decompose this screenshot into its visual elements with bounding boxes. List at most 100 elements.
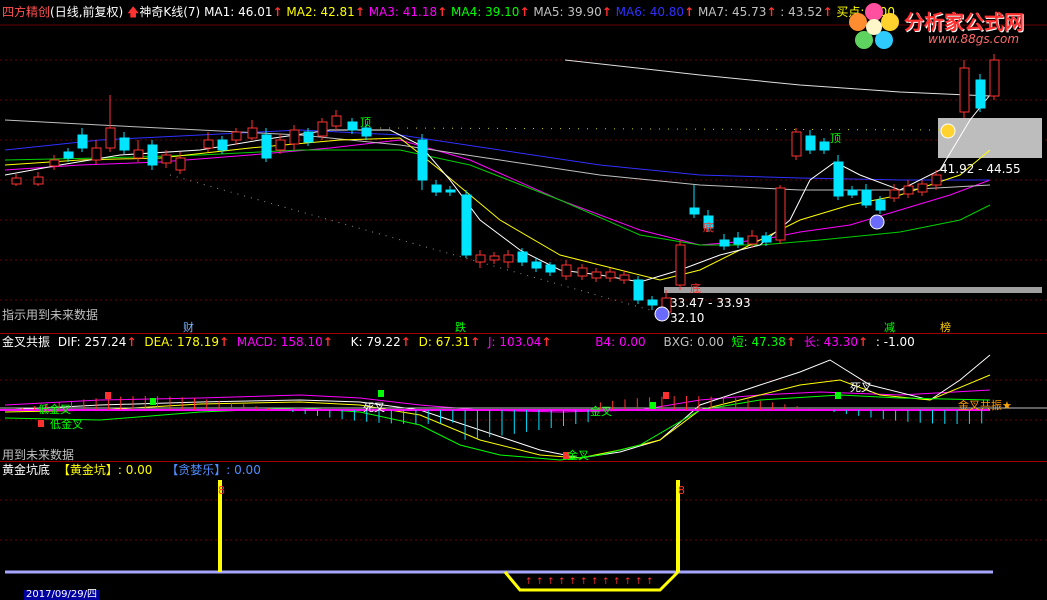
candle-body bbox=[633, 279, 644, 301]
pit-arrow-marker: ↑ bbox=[613, 577, 621, 587]
site-logo: 分析家公式网 www.88gs.com bbox=[846, 2, 1046, 50]
macd-value: MACD: 158.10 bbox=[236, 335, 323, 349]
signal-marker bbox=[835, 392, 841, 399]
period-label[interactable]: (日线,前复权) bbox=[50, 5, 123, 19]
future-data-note: 指示用到未来数据 bbox=[2, 308, 99, 322]
pit-arrow-marker: ↑ bbox=[635, 577, 643, 587]
bottom-marker-1: 底 bbox=[703, 221, 714, 234]
range-box-high bbox=[938, 118, 1042, 158]
pit-arrow-marker: ↑ bbox=[569, 577, 577, 587]
gold-cross-label-3: 金叉 bbox=[567, 449, 589, 462]
indicator-name[interactable]: 神奇K线(7) bbox=[139, 5, 200, 19]
stock-name[interactable]: 四方精创 bbox=[2, 5, 50, 19]
candle-body bbox=[861, 189, 872, 206]
candle-body bbox=[833, 161, 844, 197]
stock-chart-canvas[interactable]: ↑ ↑ ↑ ↑ ↑ ↑ ↑ ↑ ↑ ↑ ↑ ↑ bbox=[0, 0, 1047, 599]
pit-header: 黄金坑底 【黄金坑】: 0.00 【贪婪乐】: 0.00 bbox=[2, 462, 261, 478]
gold-cross-label-1: 低金叉 bbox=[38, 403, 71, 416]
candle-body bbox=[531, 261, 542, 269]
candle-body bbox=[875, 199, 886, 211]
pit-title[interactable]: 黄金坑底 bbox=[2, 463, 50, 477]
flower-logo-icon bbox=[849, 3, 899, 49]
bxg-value: BXG: 0.00 bbox=[663, 335, 724, 349]
greedy-value: 【贪婪乐】: 0.00 bbox=[166, 463, 261, 477]
candle-body bbox=[903, 185, 914, 195]
event-tag-drop[interactable]: 跌 bbox=[455, 319, 466, 335]
candle-body bbox=[847, 189, 858, 196]
signal-marker bbox=[150, 398, 156, 405]
range-high-label: 41.92 - 44.55 bbox=[940, 162, 1021, 176]
candle-body bbox=[577, 267, 588, 277]
dea-value: DEA: 178.19 bbox=[144, 335, 220, 349]
candle-body bbox=[503, 254, 514, 263]
resonance-label: 金叉共振★ bbox=[958, 399, 1012, 412]
candle-body bbox=[805, 135, 816, 151]
ma1-value: MA1: 46.01 bbox=[204, 5, 273, 19]
candle-body bbox=[775, 187, 786, 241]
ma3-value: MA3: 41.18 bbox=[368, 5, 438, 19]
candle-body bbox=[647, 299, 658, 306]
candle-body bbox=[247, 127, 258, 139]
signal-marker bbox=[650, 402, 656, 409]
pit-arrow-marker: ↑ bbox=[580, 577, 588, 587]
candle-body bbox=[931, 174, 942, 186]
pit-arrow-marker: ↑ bbox=[646, 577, 654, 587]
event-tag-finance[interactable]: 财 bbox=[183, 319, 194, 335]
candle-body bbox=[989, 59, 1000, 97]
logo-url[interactable]: www.88gs.com bbox=[928, 32, 1019, 46]
macd-title[interactable]: 金叉共振 bbox=[2, 335, 50, 349]
smiley-icon bbox=[940, 123, 956, 139]
dif-value: DIF: 257.24 bbox=[57, 335, 127, 349]
last-value: : -1.00 bbox=[875, 335, 915, 349]
candle-body bbox=[417, 139, 428, 181]
pit-arrow-marker: ↑ bbox=[602, 577, 610, 587]
candle-body bbox=[561, 264, 572, 277]
bottom-marker-2: 底 bbox=[690, 282, 701, 295]
candle-body bbox=[11, 177, 22, 185]
long-value: 长: 43.30 bbox=[803, 335, 858, 349]
signal-marker bbox=[663, 392, 669, 399]
candle-body bbox=[517, 251, 528, 263]
candle-body bbox=[175, 157, 186, 171]
up-arrow-icon: 🡅 bbox=[127, 5, 140, 19]
dead-cross-label-2: 死叉 bbox=[850, 381, 872, 394]
resistance-dots bbox=[379, 127, 941, 131]
pit-value: 【黄金坑】: 0.00 bbox=[57, 463, 153, 477]
event-tag-list[interactable]: 榜 bbox=[940, 319, 951, 335]
candle-body bbox=[105, 127, 116, 149]
candle-body bbox=[203, 139, 214, 149]
candle-body bbox=[147, 144, 158, 166]
pit-arrow-marker: ↑ bbox=[591, 577, 599, 587]
b4-value: B4: 0.00 bbox=[595, 335, 646, 349]
d-line bbox=[4, 374, 991, 459]
candle-body bbox=[889, 189, 900, 199]
candle-body bbox=[689, 207, 700, 215]
pit-arrow-marker: ↑ bbox=[547, 577, 555, 587]
candle-body bbox=[959, 67, 970, 113]
event-tag-reduce[interactable]: 减 bbox=[884, 319, 895, 335]
pit-mark-1: 8 bbox=[218, 484, 225, 497]
ma4-value: MA4: 39.10 bbox=[451, 5, 520, 19]
candle-body bbox=[545, 264, 556, 273]
top-marker-2: 顶 bbox=[830, 132, 841, 145]
signal-marker bbox=[38, 420, 44, 427]
candle-body bbox=[605, 271, 616, 279]
candle-body bbox=[217, 139, 228, 151]
candle-body bbox=[161, 154, 172, 164]
candle-body bbox=[489, 255, 500, 261]
signal-marker bbox=[105, 392, 111, 399]
candle-body bbox=[461, 194, 472, 256]
candle-body bbox=[347, 121, 358, 131]
candle-body bbox=[133, 149, 144, 159]
ma2-value: MA2: 42.81 bbox=[286, 5, 355, 19]
k-value: K: 79.22 bbox=[350, 335, 401, 349]
pit-arrow-marker: ↑ bbox=[525, 577, 533, 587]
logo-title: 分析家公式网 bbox=[904, 10, 1024, 34]
range-box-low bbox=[664, 287, 1042, 293]
top-marker-1: 顶 bbox=[360, 116, 371, 129]
support-dots bbox=[169, 174, 651, 311]
dead-cross-label-1: 死叉 bbox=[363, 401, 385, 414]
candle-body bbox=[819, 141, 830, 151]
pit-arrow-marker: ↑ bbox=[536, 577, 544, 587]
candle-body bbox=[317, 121, 328, 137]
